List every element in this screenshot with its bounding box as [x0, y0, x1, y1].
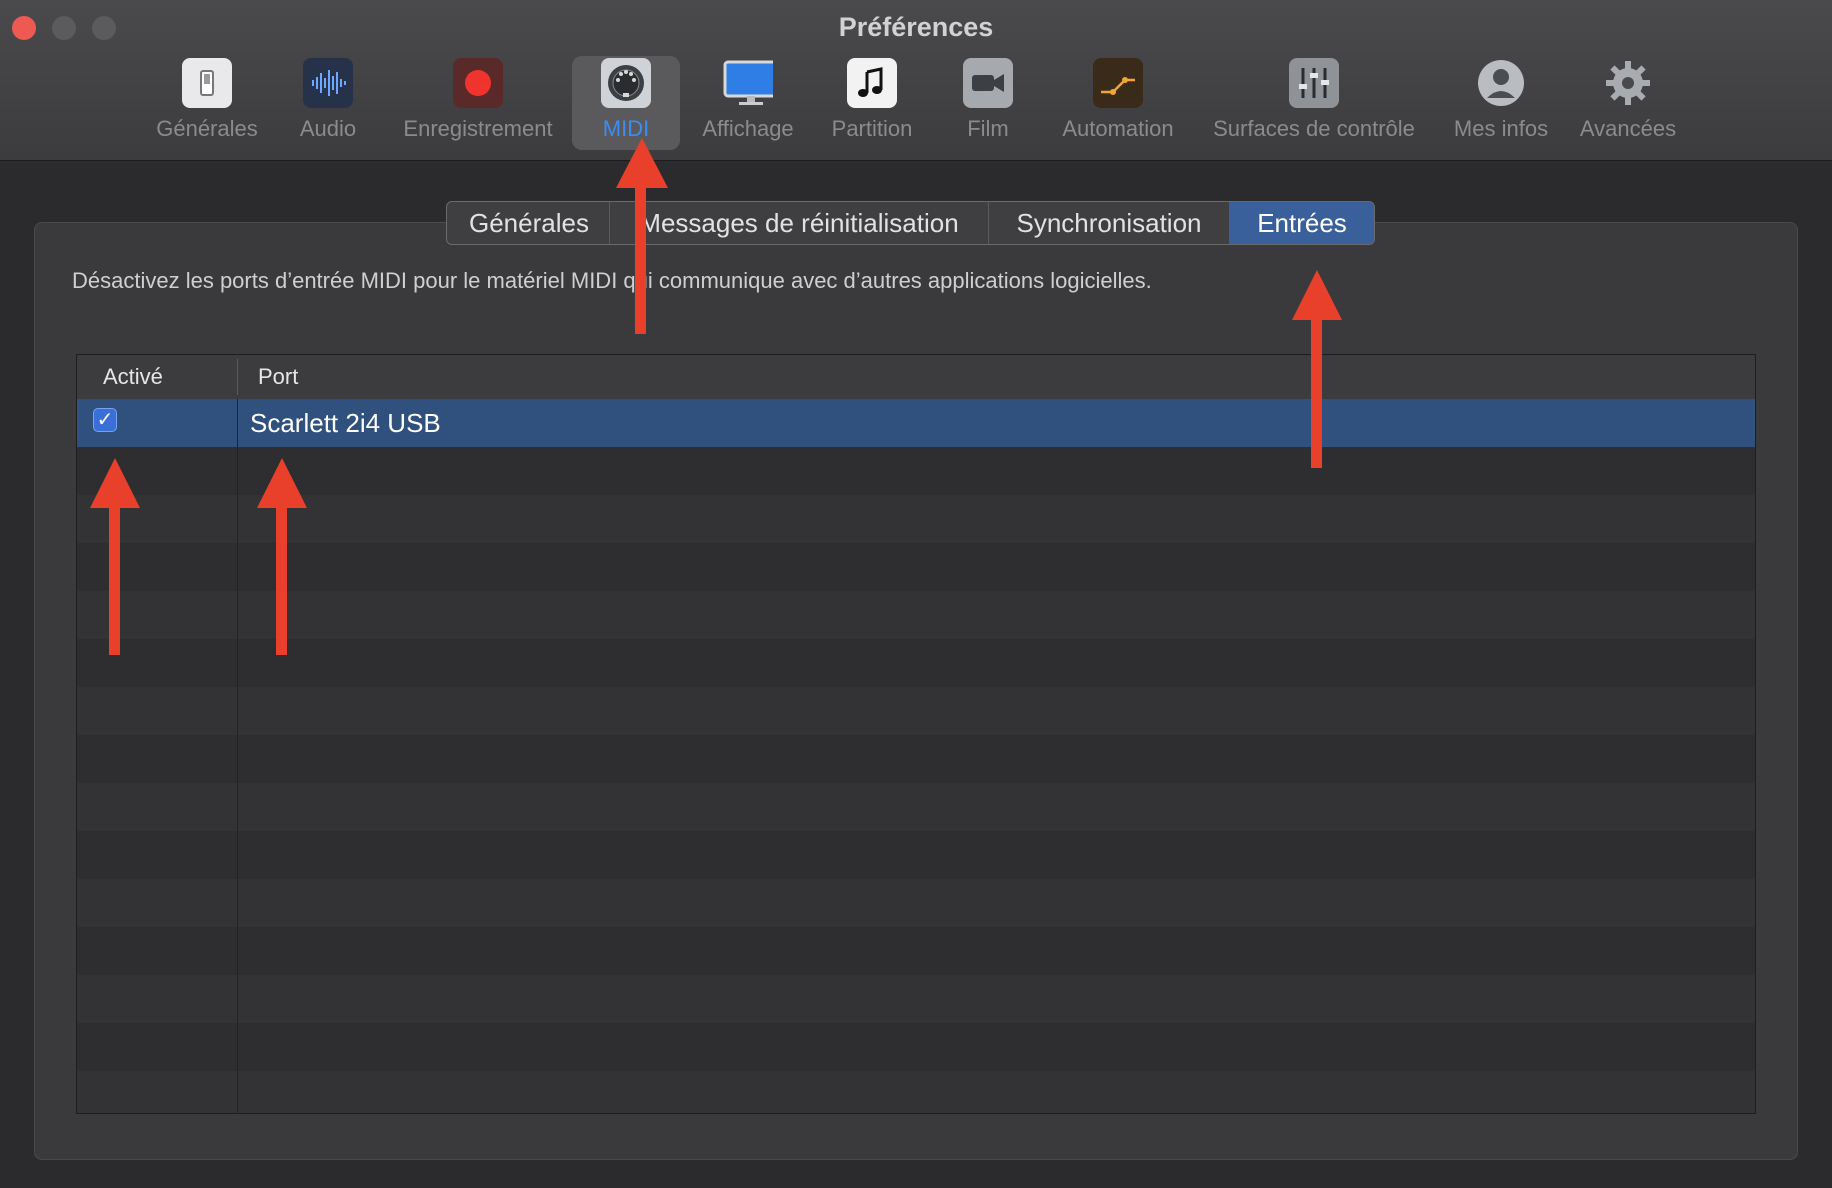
faders-icon [1289, 58, 1339, 108]
music-note-icon [847, 58, 897, 108]
automation-curve-icon [1093, 58, 1143, 108]
user-icon [1476, 58, 1526, 108]
record-icon [453, 58, 503, 108]
switch-icon [182, 58, 232, 108]
arrow-up-icon [1292, 270, 1342, 468]
monitor-icon [723, 58, 773, 108]
video-camera-icon [963, 58, 1013, 108]
arrow-up-icon [257, 458, 307, 655]
arrow-up-icon [616, 138, 668, 334]
annotation-arrows [90, 138, 1342, 655]
arrow-up-icon [90, 458, 140, 655]
midi-connector-icon [601, 58, 651, 108]
waveform-icon [303, 58, 353, 108]
gear-icon [1603, 58, 1653, 108]
